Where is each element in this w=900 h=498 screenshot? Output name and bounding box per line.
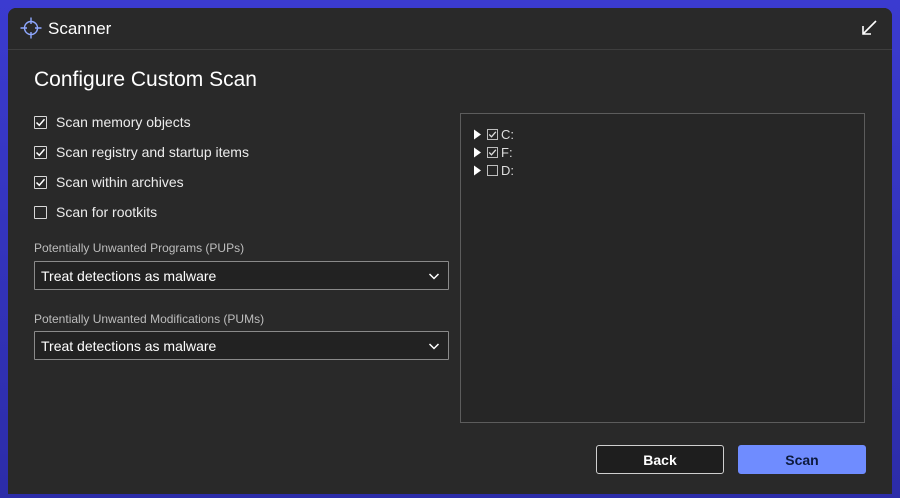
drive-checkbox[interactable] (487, 164, 498, 176)
checkbox[interactable] (34, 175, 47, 189)
pups-selected-value: Treat detections as malware (41, 268, 217, 284)
option-label: Scan memory objects (56, 114, 191, 130)
pums-label: Potentially Unwanted Modifications (PUMs… (34, 312, 265, 326)
option-label: Scan within archives (56, 174, 184, 190)
crosshair-icon (20, 17, 42, 39)
checkbox[interactable] (34, 145, 47, 159)
pups-label: Potentially Unwanted Programs (PUPs) (34, 241, 245, 255)
drive-label: C: (501, 126, 514, 142)
drive-label: D: (501, 162, 514, 178)
back-button[interactable]: Back (596, 445, 724, 474)
drive-item-c: C: (473, 126, 514, 142)
option-scan-rootkits[interactable]: Scan for rootkits (34, 202, 157, 222)
expand-arrow-icon[interactable] (473, 165, 482, 176)
checkmark-icon (35, 178, 46, 186)
title-bar: Scanner (8, 8, 892, 50)
drive-checkbox[interactable] (487, 146, 498, 158)
drive-item-f: F: (473, 144, 513, 160)
expand-arrow-icon[interactable] (473, 129, 482, 140)
checkbox[interactable] (34, 115, 47, 129)
checkmark-icon (488, 148, 497, 156)
option-label: Scan for rootkits (56, 204, 158, 220)
page-title: Configure Custom Scan (34, 68, 257, 91)
checkmark-icon (35, 148, 46, 156)
option-scan-registry[interactable]: Scan registry and startup items (34, 142, 249, 162)
chevron-down-icon (428, 343, 440, 350)
checkbox[interactable] (34, 205, 47, 219)
drive-tree: C: F: D: (460, 113, 865, 423)
drive-label: F: (501, 144, 513, 160)
restore-arrow-icon[interactable] (860, 19, 878, 37)
scanner-window: Scanner Configure Custom Scan Scan memor… (8, 8, 892, 494)
chevron-down-icon (428, 273, 440, 280)
option-scan-archives[interactable]: Scan within archives (34, 172, 184, 192)
pums-dropdown[interactable]: Treat detections as malware (34, 331, 449, 360)
drive-checkbox[interactable] (487, 128, 498, 140)
checkmark-icon (488, 130, 497, 138)
window-title: Scanner (48, 19, 112, 38)
option-scan-memory[interactable]: Scan memory objects (34, 112, 191, 132)
scan-button[interactable]: Scan (738, 445, 866, 474)
expand-arrow-icon[interactable] (473, 147, 482, 158)
pups-dropdown[interactable]: Treat detections as malware (34, 261, 449, 290)
option-label: Scan registry and startup items (56, 144, 249, 160)
pums-selected-value: Treat detections as malware (41, 338, 217, 354)
drive-item-d: D: (473, 162, 514, 178)
checkmark-icon (35, 118, 46, 126)
